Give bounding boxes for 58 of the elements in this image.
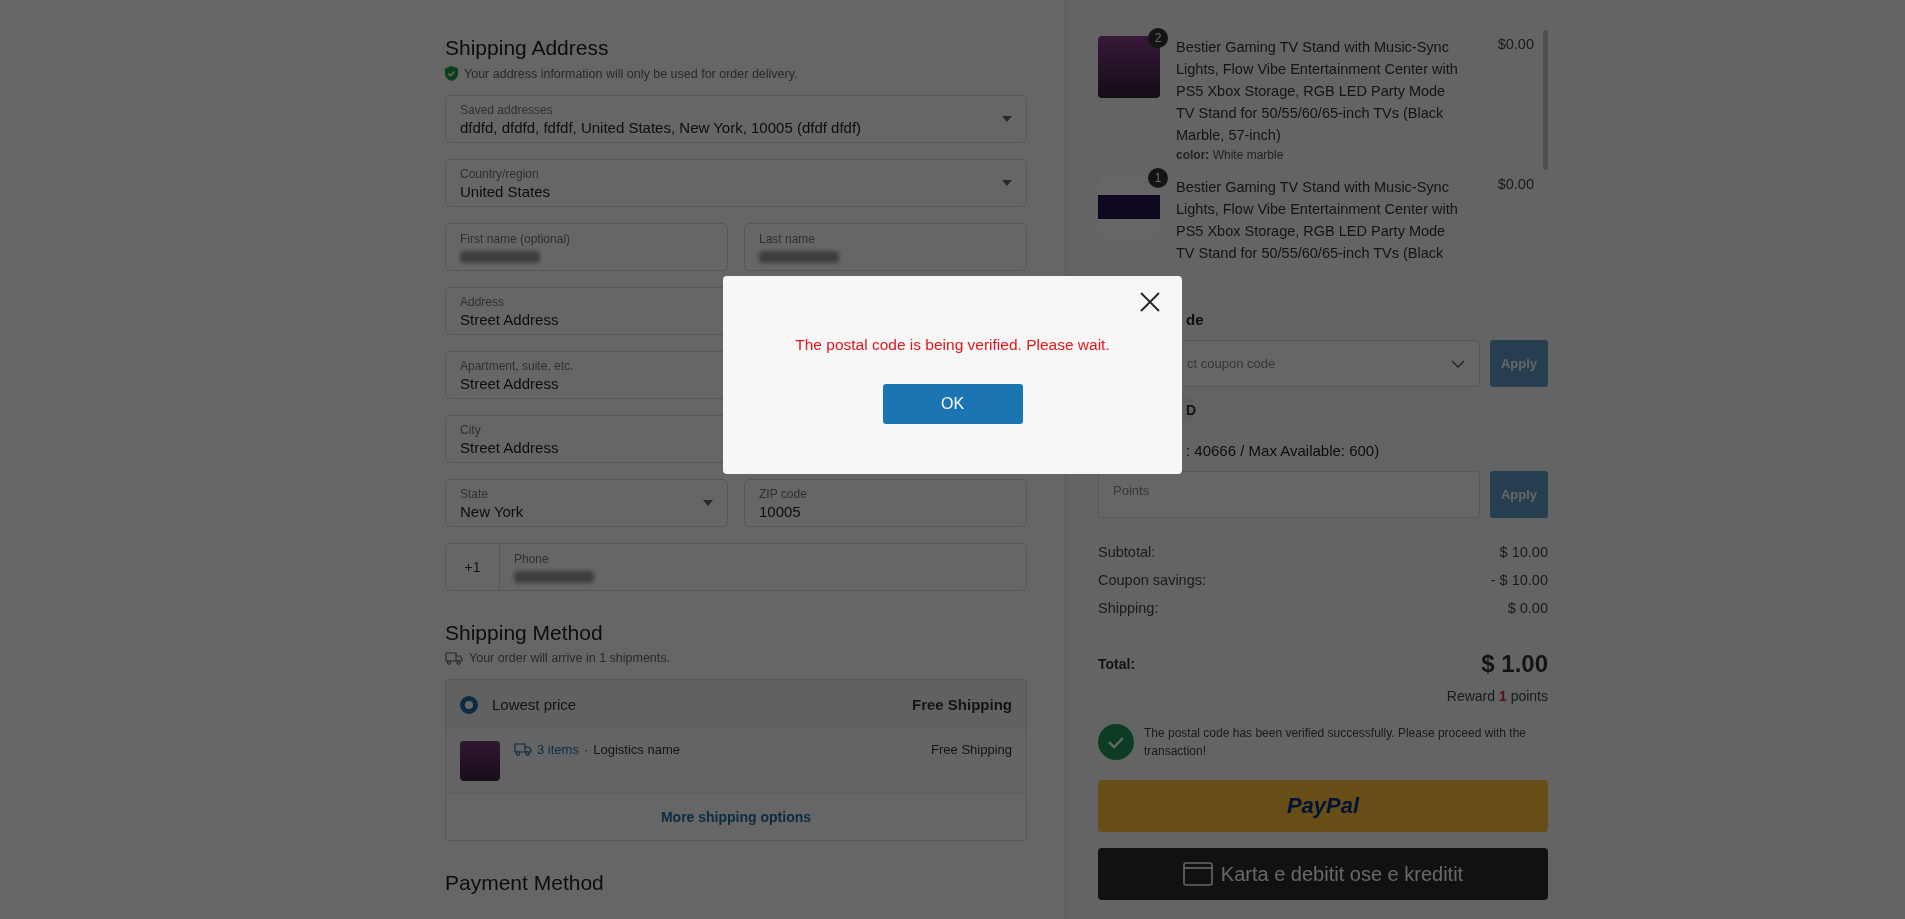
section-title: Payment Method [445, 871, 605, 895]
shipment-price: Free Shipping [931, 741, 1012, 757]
apply-button[interactable]: Apply [1490, 471, 1548, 518]
quantity-badge: 1 [1148, 168, 1168, 188]
summary-value: $ 10.00 [1499, 544, 1548, 560]
card-payment-button[interactable]: Karta e debitit ose e kreditit [1098, 848, 1548, 900]
coupon-heading: de [1185, 310, 1204, 328]
field-value: dfdfd, dfdfd, fdfdf, United States, New York, 10005 (dfdf dfdf) [460, 118, 863, 136]
field-value: New York [460, 502, 525, 520]
credit-card-icon [1182, 862, 1213, 886]
paypal-button[interactable]: PayPal [1098, 780, 1548, 832]
total-value: $ 1.00 [1481, 650, 1548, 678]
reward-points: Reward 1 points [1446, 688, 1548, 704]
shipping-option[interactable]: Lowest price Free Shipping [446, 680, 1026, 730]
product-title: Bestier Gaming TV Stand with Music-Sync Lights, Flow Vibe Entertainment Center with PS5 Xbox Storage, RGB LED Party Mode TV Stand for 50/55/60/65-inch TVs (Black Marble, 57-inch) [1176, 38, 1458, 145]
summary-value: - $ 10.00 [1490, 572, 1548, 588]
check-circle-icon [1098, 724, 1134, 760]
coupon-tag-text: D [1186, 402, 1197, 418]
carrier-name: Logistics name [593, 741, 681, 757]
summary-label: Subtotal: [1098, 544, 1156, 560]
field-value: Street Address [460, 310, 560, 328]
section-title: Shipping Method [445, 621, 604, 645]
quantity-badge: 2 [1148, 28, 1168, 48]
verified-message: The postal code has been verified successfully. Please proceed with the transaction! [1144, 725, 1527, 760]
field-value: United States [460, 182, 552, 200]
section-title: Shipping Address [445, 36, 610, 60]
privacy-note: Your address information will only be used for order delivery. [464, 66, 798, 81]
product-variant: color: White marble [1176, 148, 1285, 162]
total-label: Total: [1098, 656, 1136, 672]
truck-icon [514, 742, 532, 756]
option-price: Free Shipping [912, 696, 1012, 713]
dropdown-caret-icon [1002, 180, 1012, 186]
dropdown-caret-icon [1002, 116, 1012, 122]
summary-label: Coupon savings: [1098, 572, 1206, 588]
phone-prefix: +1 [446, 544, 500, 590]
field-value: 10005 [759, 502, 802, 520]
points-label: : 40666 / Max Available: 600) [1185, 441, 1380, 459]
product-photo-placeholder [460, 741, 500, 781]
separator: · [583, 741, 589, 757]
summary-label: Shipping: [1098, 600, 1159, 616]
items-link[interactable]: 3 items [537, 741, 579, 757]
truck-icon [445, 651, 463, 665]
apply-button[interactable]: Apply [1490, 340, 1548, 387]
dropdown-caret-icon [703, 500, 713, 506]
product-title: Bestier Gaming TV Stand with Music-Sync Lights, Flow Vibe Entertainment Center with PS5 Xbox Storage, RGB LED Party Mode TV Stand for 50/55/60/65-inch TVs (Black [1176, 178, 1458, 263]
chevron-down-icon [1451, 359, 1465, 368]
field-value: Street Address [460, 438, 560, 456]
product-price: $0.00 [1496, 176, 1534, 194]
product-price: $0.00 [1496, 36, 1534, 54]
shield-check-icon [445, 66, 458, 81]
option-label: Lowest price [492, 696, 578, 713]
shipments-note: Your order will arrive in 1 shipments. [469, 651, 670, 665]
ok-button[interactable]: OK [882, 384, 1023, 424]
summary-value: $ 0.00 [1507, 600, 1548, 616]
close-button[interactable] [1138, 290, 1162, 314]
radio-button[interactable] [460, 695, 478, 714]
field-value: Street Address [460, 374, 560, 392]
close-icon [1138, 290, 1162, 314]
